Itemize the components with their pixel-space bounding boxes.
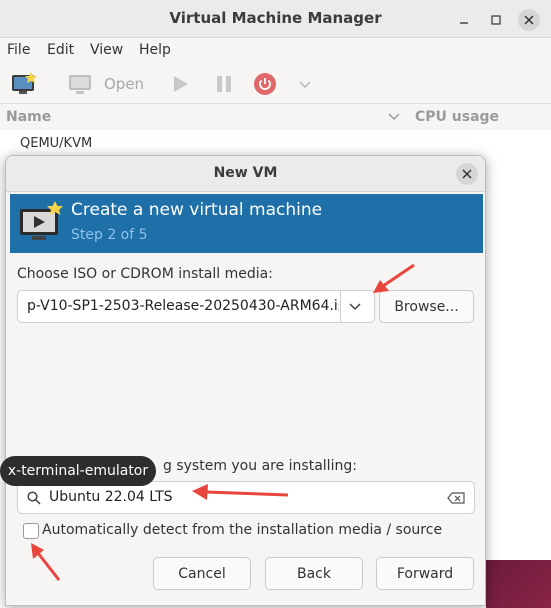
new-vm-icon [12, 72, 37, 94]
pause-button[interactable] [214, 72, 234, 96]
combo-separator [340, 291, 341, 322]
power-icon [254, 73, 276, 95]
shutdown-button[interactable] [253, 72, 277, 96]
dialog-close-button[interactable] [456, 163, 478, 185]
minimize-icon [460, 22, 468, 24]
monitor-icon [69, 75, 91, 94]
open-button[interactable]: Open [68, 72, 144, 96]
menu-help[interactable]: Help [139, 42, 171, 58]
autodetect-label[interactable]: Automatically detect from the installati… [42, 522, 442, 538]
new-vm-icon [20, 201, 63, 240]
sort-chevron-icon[interactable] [388, 112, 400, 122]
menu-edit[interactable]: Edit [47, 42, 74, 58]
maximize-button[interactable] [485, 9, 507, 31]
wizard-banner: Create a new virtual machine Step 2 of 5 [10, 194, 483, 253]
close-icon [462, 169, 472, 179]
banner-title: Create a new virtual machine [71, 200, 323, 220]
cancel-button[interactable]: Cancel [153, 557, 251, 590]
menu-file[interactable]: File [7, 42, 30, 58]
new-vm-button[interactable] [11, 72, 37, 96]
tooltip: x-terminal-emulator [0, 456, 156, 486]
install-media-combo[interactable]: p-V10-SP1-2503-Release-20250430-ARM64.is… [17, 290, 375, 323]
main-titlebar: Virtual Machine Manager [0, 0, 551, 38]
minimize-button[interactable] [453, 9, 475, 31]
os-search-value[interactable]: Ubuntu 22.04 LTS [49, 489, 173, 505]
banner-step: Step 2 of 5 [71, 227, 148, 243]
forward-button[interactable]: Forward [376, 557, 474, 590]
column-name-header[interactable]: Name [6, 109, 51, 125]
connection-item[interactable]: QEMU/KVM [20, 136, 92, 151]
close-icon [524, 15, 534, 25]
desktop-background [486, 560, 551, 608]
close-button[interactable] [518, 9, 540, 31]
dialog-title: New VM [213, 165, 278, 181]
clear-text-icon[interactable] [447, 492, 465, 504]
dialog-titlebar: New VM [6, 156, 485, 192]
chevron-down-icon [299, 81, 311, 89]
menu-view[interactable]: View [90, 42, 123, 58]
browse-button[interactable]: Browse... [379, 290, 474, 323]
back-button[interactable]: Back [265, 557, 363, 590]
os-label: g system you are installing: [163, 458, 357, 474]
play-icon [174, 76, 188, 92]
run-button[interactable] [171, 72, 191, 96]
new-vm-dialog: New VM Create a new virtual machine Step… [5, 155, 486, 606]
maximize-icon [491, 15, 501, 25]
menubar: File Edit View Help [0, 38, 551, 64]
pause-icon [217, 76, 231, 92]
toolbar: Open [0, 64, 551, 104]
autodetect-checkbox[interactable] [23, 523, 39, 539]
install-media-value[interactable]: p-V10-SP1-2503-Release-20250430-ARM64.is… [27, 298, 339, 314]
shutdown-menu-button[interactable] [298, 72, 312, 96]
search-icon [27, 491, 41, 505]
chevron-down-icon[interactable] [348, 299, 362, 313]
list-header: Name CPU usage [0, 104, 551, 130]
column-cpu-header[interactable]: CPU usage [415, 109, 499, 125]
open-label: Open [104, 75, 145, 93]
install-media-label: Choose ISO or CDROM install media: [17, 266, 273, 282]
